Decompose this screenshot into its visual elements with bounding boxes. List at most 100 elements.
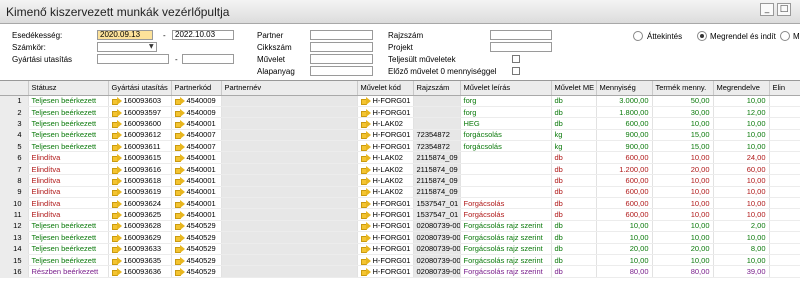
link-arrow-icon[interactable] xyxy=(111,108,122,117)
previous-op-zero-checkbox[interactable] xyxy=(512,67,520,75)
due-date-from-input[interactable]: 2020.09.13 xyxy=(97,30,153,40)
table-row[interactable]: 9 Elindítva 160093619 4540001 H-LAK02 2115874… xyxy=(0,186,800,199)
link-arrow-icon[interactable] xyxy=(360,245,371,254)
table-row[interactable]: 11 Elindítva 160093625 4540001 H-FORG01 15375… xyxy=(0,208,800,221)
table-row[interactable]: 2 Teljesen beérkezett 160093597 4540009 H-FO… xyxy=(0,106,800,119)
table-row[interactable]: 7 Elindítva 160093616 4540001 H-LAK02 2115874… xyxy=(0,163,800,176)
row-number[interactable]: 16 xyxy=(0,265,29,278)
link-arrow-icon[interactable] xyxy=(360,108,371,117)
table-row[interactable]: 4 Teljesen beérkezett 160093612 4540007 H-FO… xyxy=(0,129,800,142)
operation-code-cell[interactable]: H-FORG01 xyxy=(357,220,414,233)
operation-code-cell[interactable]: H-FORG01 xyxy=(357,265,414,278)
operation-code-cell[interactable]: H-FORG01 xyxy=(357,106,414,119)
operation-code-cell[interactable]: H-FORG01 xyxy=(357,95,414,107)
production-order-cell[interactable]: 160093633 xyxy=(108,243,172,255)
link-arrow-icon[interactable] xyxy=(111,199,122,208)
number-series-select[interactable] xyxy=(97,42,157,52)
table-row[interactable]: 12 Teljesen beérkezett 160093628 4540529 H-F… xyxy=(0,220,800,233)
table-row[interactable]: 13 Teljesen beérkezett 160093629 4540529 H-F… xyxy=(0,231,800,244)
link-arrow-icon[interactable] xyxy=(174,154,185,163)
production-order-cell[interactable]: 160093635 xyxy=(108,254,172,267)
dropdown-arrow-icon[interactable]: ▼ xyxy=(149,43,154,50)
table-row[interactable]: 8 Elindítva 160093618 4540001 H-LAK02 2115874… xyxy=(0,174,800,187)
row-number[interactable]: 14 xyxy=(0,243,29,255)
table-row[interactable]: 5 Teljesen beérkezett 160093611 4540007 H-FO… xyxy=(0,140,800,153)
operation-code-cell[interactable]: H-LAK02 xyxy=(357,174,414,187)
partner-code-cell[interactable]: 4540529 xyxy=(171,265,222,278)
partner-code-cell[interactable]: 4540009 xyxy=(171,106,222,119)
link-arrow-icon[interactable] xyxy=(111,188,122,197)
production-order-cell[interactable]: 160093611 xyxy=(108,140,172,153)
link-arrow-icon[interactable] xyxy=(360,176,371,185)
partner-code-cell[interactable]: 4540001 xyxy=(171,174,222,187)
production-order-cell[interactable]: 160093597 xyxy=(108,106,172,119)
row-number[interactable]: 12 xyxy=(0,220,29,233)
link-arrow-icon[interactable] xyxy=(360,154,371,163)
operation-code-cell[interactable]: H-LAK02 xyxy=(357,163,414,176)
operation-code-cell[interactable]: H-LAK02 xyxy=(357,186,414,199)
link-arrow-icon[interactable] xyxy=(174,165,185,174)
partner-code-cell[interactable]: 4540529 xyxy=(171,243,222,255)
operation-code-cell[interactable]: H-FORG01 xyxy=(357,231,414,244)
row-number[interactable]: 10 xyxy=(0,197,29,210)
operation-code-cell[interactable]: H-FORG01 xyxy=(357,197,414,210)
row-number[interactable]: 1 xyxy=(0,95,29,107)
table-row[interactable]: 16 Részben beérkezett 160093636 4540529 H-FO… xyxy=(0,265,800,278)
link-arrow-icon[interactable] xyxy=(360,165,371,174)
operation-code-cell[interactable]: H-FORG01 xyxy=(357,129,414,142)
third-view-radio[interactable] xyxy=(780,31,790,41)
row-number[interactable]: 8 xyxy=(0,174,29,187)
link-arrow-icon[interactable] xyxy=(360,222,371,231)
partner-code-cell[interactable]: 4540001 xyxy=(171,197,222,210)
link-arrow-icon[interactable] xyxy=(174,142,185,151)
operation-code-cell[interactable]: H-LAK02 xyxy=(357,151,414,164)
row-number[interactable]: 13 xyxy=(0,231,29,244)
production-order-to-input[interactable] xyxy=(182,54,234,64)
link-arrow-icon[interactable] xyxy=(360,268,371,277)
operation-code-cell[interactable]: H-LAK02 xyxy=(357,117,414,130)
column-header-production-order[interactable]: Gyártási utasítás xyxy=(108,81,172,96)
link-arrow-icon[interactable] xyxy=(111,256,122,265)
link-arrow-icon[interactable] xyxy=(174,188,185,197)
link-arrow-icon[interactable] xyxy=(111,131,122,140)
table-row[interactable]: 10 Elindítva 160093624 4540001 H-FORG01 15375… xyxy=(0,197,800,210)
partner-code-cell[interactable]: 4540001 xyxy=(171,117,222,130)
link-arrow-icon[interactable] xyxy=(174,131,185,140)
column-header-operation-code[interactable]: Művelet kód xyxy=(357,81,414,96)
link-arrow-icon[interactable] xyxy=(174,245,185,254)
overview-radio[interactable] xyxy=(633,31,643,41)
production-order-cell[interactable]: 160093629 xyxy=(108,231,172,244)
row-number[interactable]: 4 xyxy=(0,129,29,142)
partner-code-cell[interactable]: 4540529 xyxy=(171,220,222,233)
column-header-operation-uom[interactable]: Művelet ME xyxy=(551,81,597,96)
column-header-status[interactable]: Státusz xyxy=(28,81,109,96)
row-number[interactable]: 7 xyxy=(0,163,29,176)
operation-code-cell[interactable]: H-FORG01 xyxy=(357,254,414,267)
minimize-icon[interactable]: _ xyxy=(760,3,774,16)
link-arrow-icon[interactable] xyxy=(111,97,122,106)
production-order-cell[interactable]: 160093619 xyxy=(108,186,172,199)
partner-code-cell[interactable]: 4540529 xyxy=(171,254,222,267)
row-number[interactable]: 9 xyxy=(0,186,29,199)
table-row[interactable]: 15 Teljesen beérkezett 160093635 4540529 H-F… xyxy=(0,254,800,267)
table-row[interactable]: 6 Elindítva 160093615 4540001 H-LAK02 2115874… xyxy=(0,151,800,164)
operation-code-cell[interactable]: H-FORG01 xyxy=(357,208,414,221)
order-and-start-radio[interactable] xyxy=(697,31,707,41)
link-arrow-icon[interactable] xyxy=(174,119,185,128)
production-order-cell[interactable]: 160093625 xyxy=(108,208,172,221)
link-arrow-icon[interactable] xyxy=(360,199,371,208)
link-arrow-icon[interactable] xyxy=(174,233,185,242)
column-header-partner-code[interactable]: Partnerkód xyxy=(171,81,222,96)
production-order-cell[interactable]: 160093616 xyxy=(108,163,172,176)
link-arrow-icon[interactable] xyxy=(360,97,371,106)
link-arrow-icon[interactable] xyxy=(174,256,185,265)
link-arrow-icon[interactable] xyxy=(111,211,122,220)
column-header-ordered[interactable]: Megrendelve xyxy=(713,81,770,96)
production-order-cell[interactable]: 160093618 xyxy=(108,174,172,187)
link-arrow-icon[interactable] xyxy=(111,119,122,128)
completed-operations-checkbox[interactable] xyxy=(512,55,520,63)
link-arrow-icon[interactable] xyxy=(174,268,185,277)
partner-code-cell[interactable]: 4540007 xyxy=(171,129,222,142)
maximize-icon[interactable]: □ xyxy=(777,3,791,16)
table-row[interactable]: 14 Teljesen beérkezett 160093633 4540529 H-F… xyxy=(0,243,800,255)
